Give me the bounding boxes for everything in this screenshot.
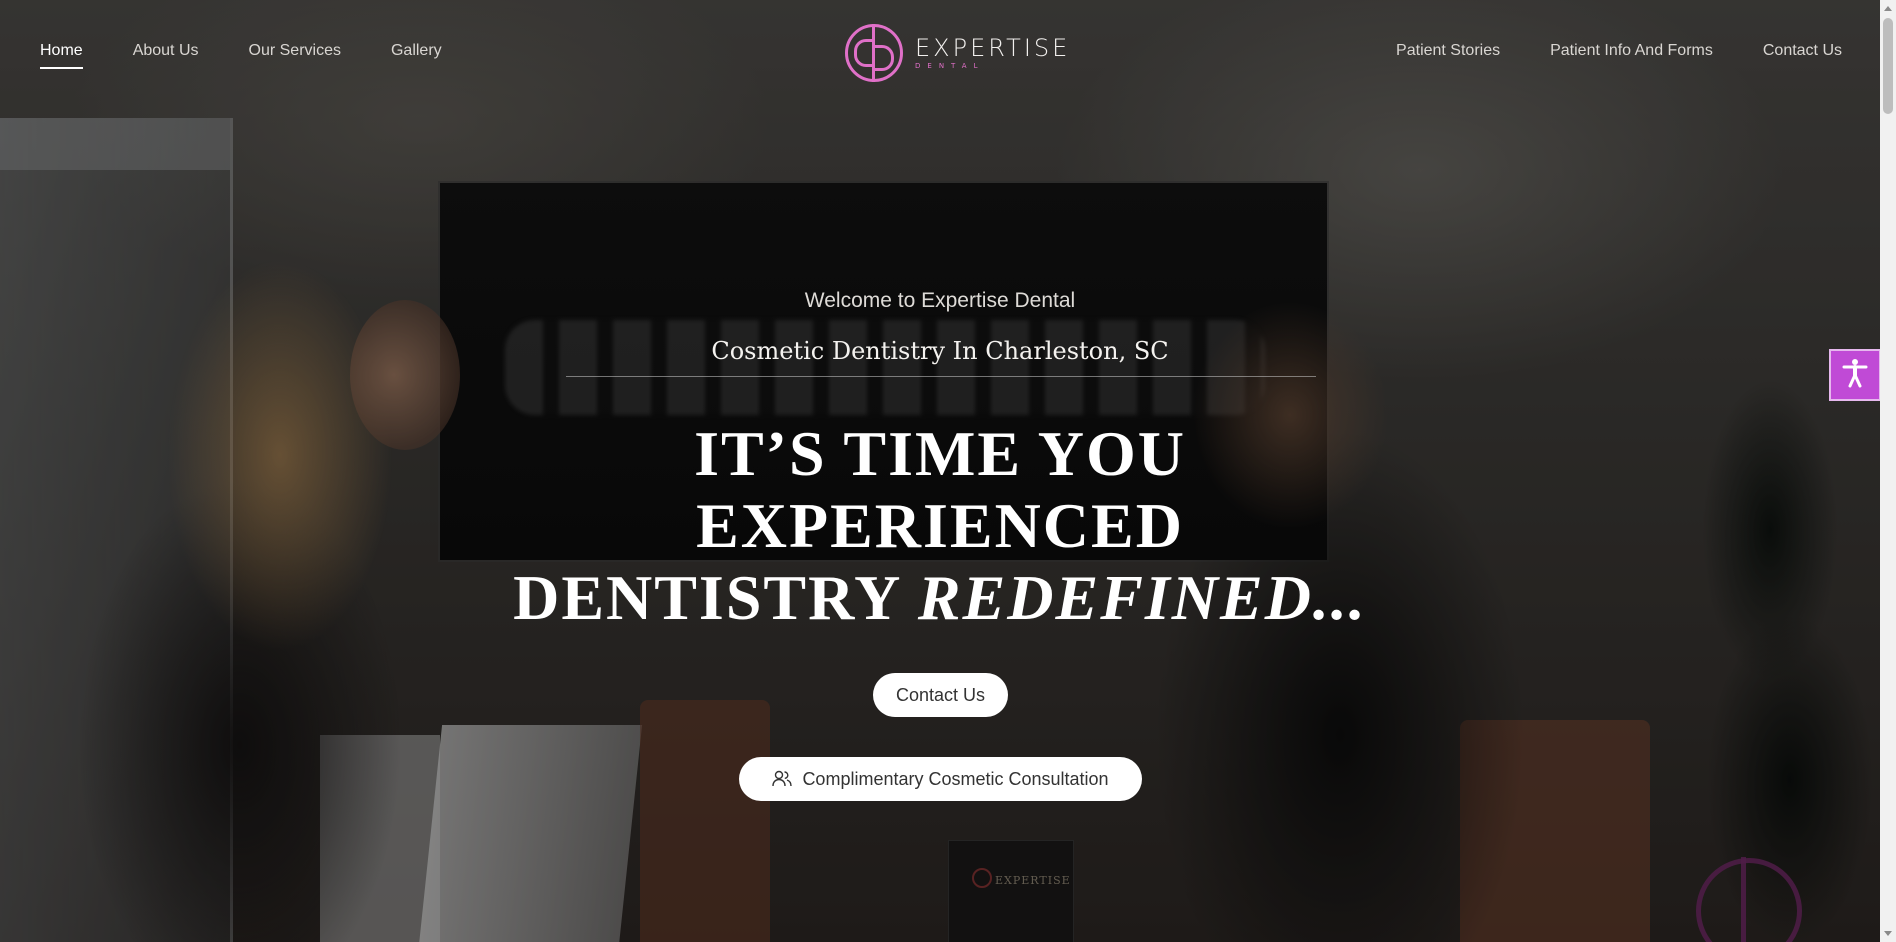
- scroll-down-arrow-icon[interactable]: [1884, 931, 1892, 936]
- headline-line-1: IT’S TIME YOU: [694, 418, 1186, 489]
- logo-subtitle: DENTAL: [915, 62, 985, 70]
- main-nav-left: Home About Us Our Services Gallery: [40, 42, 492, 69]
- nav-contact-us[interactable]: Contact Us: [1763, 42, 1842, 69]
- logo-name: EXPERTISE: [915, 34, 1071, 62]
- page-scrollbar[interactable]: [1880, 0, 1896, 942]
- consultation-button[interactable]: Complimentary Cosmetic Consultation: [739, 757, 1142, 801]
- scrollbar-thumb[interactable]: [1883, 18, 1893, 114]
- contact-us-button-label: Contact Us: [895, 684, 986, 705]
- logo-mark-icon: [845, 24, 903, 82]
- site-logo[interactable]: EXPERTISE DENTAL: [845, 24, 1070, 82]
- nav-gallery[interactable]: Gallery: [391, 42, 442, 69]
- logo-text: EXPERTISE DENTAL: [915, 36, 1070, 70]
- nav-patient-stories[interactable]: Patient Stories: [1396, 42, 1500, 69]
- headline-line-3: DENTISTRY REDEFINED...: [0, 562, 1880, 634]
- scroll-up-arrow-icon[interactable]: [1884, 6, 1892, 11]
- hero-tagline: Cosmetic Dentistry In Charleston, SC: [711, 337, 1169, 365]
- contact-us-button[interactable]: Contact Us: [873, 673, 1008, 717]
- accessibility-button[interactable]: [1829, 349, 1881, 401]
- users-icon: [772, 770, 793, 788]
- nav-home[interactable]: Home: [40, 42, 83, 69]
- consultation-button-label: Complimentary Cosmetic Consultation: [802, 768, 1109, 789]
- hero-headline: IT’S TIME YOU EXPERIENCED DENTISTRY REDE…: [0, 418, 1880, 634]
- headline-line-3-normal: DENTISTRY: [513, 562, 918, 633]
- accessibility-person-icon: [1839, 357, 1871, 394]
- main-nav-right: Patient Stories Patient Info And Forms C…: [1346, 42, 1842, 69]
- nav-patient-info-forms[interactable]: Patient Info And Forms: [1550, 42, 1713, 69]
- nav-our-services[interactable]: Our Services: [249, 42, 341, 69]
- nav-about-us[interactable]: About Us: [133, 42, 199, 69]
- headline-line-2: EXPERIENCED: [696, 490, 1184, 561]
- headline-line-3-italic: REDEFINED...: [917, 562, 1367, 633]
- hero-divider: [566, 376, 1316, 377]
- hero-welcome: Welcome to Expertise Dental: [804, 289, 1076, 312]
